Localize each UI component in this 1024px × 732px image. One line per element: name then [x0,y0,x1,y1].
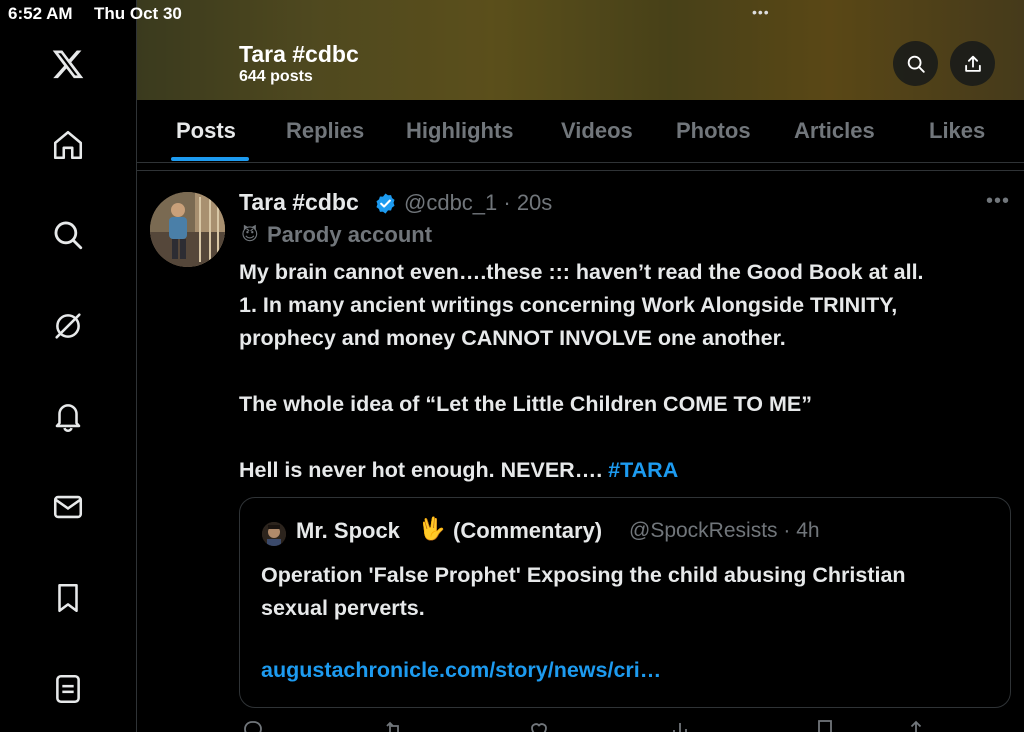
post-count: 644 posts [239,68,313,85]
parody-mask-icon: 😈 [241,225,259,244]
post-text-line: The whole idea of “Let the Little Childr… [239,392,812,416]
quoted-avatar[interactable] [262,522,286,546]
post-text-line [239,355,1019,388]
share-button[interactable] [950,41,995,86]
sidebar [0,0,137,732]
avatar[interactable] [150,192,225,267]
tab-likes[interactable]: Likes [929,118,985,144]
vulcan-salute-icon: 🖖 [418,516,446,541]
quoted-handle-time[interactable]: @SpockResists · 4h [629,519,820,543]
post-text-last: Hell is never hot enough. NEVER…. [239,458,609,482]
quoted-text-line: Operation 'False Prophet' Exposing the c… [261,563,906,587]
tab-photos[interactable]: Photos [676,118,751,144]
home-icon[interactable] [48,125,88,165]
tab-replies[interactable]: Replies [286,118,364,144]
like-icon[interactable] [527,718,551,732]
share-icon [964,55,981,72]
quoted-link[interactable]: augustachronicle.com/story/news/cri… [261,658,661,683]
mail-icon[interactable] [48,487,88,527]
bookmark-action-icon[interactable] [813,718,837,732]
active-tab-indicator [171,157,249,161]
tab-highlights[interactable]: Highlights [406,118,514,144]
bell-icon[interactable] [48,396,88,436]
share-action-icon[interactable] [904,718,928,732]
verified-badge-icon [376,193,395,214]
lists-icon[interactable] [48,669,88,709]
status-date: Thu Oct 30 [94,4,182,23]
tab-articles[interactable]: Articles [794,118,875,144]
x-logo-icon[interactable] [48,44,88,84]
quoted-post[interactable]: Mr. Spock 🖖 (Commentary) @SpockResists ·… [239,497,1011,708]
profile-title: Tara #cdbc [239,41,359,67]
post-handle-time[interactable]: @cdbc_1 · 20s [404,190,552,216]
tab-videos[interactable]: Videos [561,118,633,144]
grok-icon[interactable] [48,306,88,346]
quoted-text: Operation 'False Prophet' Exposing the c… [261,559,1001,625]
parody-label: Parody account [267,222,433,247]
tab-posts[interactable]: Posts [176,118,236,144]
more-options-icon[interactable]: ••• [986,190,1010,213]
bookmark-icon[interactable] [48,578,88,618]
quoted-text-line: sexual perverts. [261,596,425,620]
multitasking-dots[interactable]: ••• [752,4,770,20]
post-text: My brain cannot even….these ::: haven’t … [239,256,1019,487]
views-icon[interactable] [668,718,692,732]
post-text-line: prophecy and money CANNOT INVOLVE one an… [239,326,786,350]
reply-icon[interactable] [241,718,265,732]
search-icon[interactable] [48,215,88,255]
hashtag-link[interactable]: #TARA [608,458,678,482]
repost-icon[interactable] [382,718,406,732]
divider [137,170,1024,171]
status-bar: 6:52 AM Thu Oct 30 ••• [0,0,1024,28]
post-text-line [239,421,1019,454]
quoted-author-name[interactable]: Mr. Spock [296,518,400,544]
post-text-line: 1. In many ancient writings concerning W… [239,293,898,317]
post-text-line: My brain cannot even….these ::: haven’t … [239,260,924,284]
search-icon [907,55,925,73]
post-text-line: Hell is never hot enough. NEVER…. #TARA [239,454,1019,487]
post-author-name[interactable]: Tara #cdbc [239,189,359,216]
status-time: 6:52 AM [8,4,73,23]
quoted-author-suffix[interactable]: (Commentary) [453,518,602,544]
search-button[interactable] [893,41,938,86]
